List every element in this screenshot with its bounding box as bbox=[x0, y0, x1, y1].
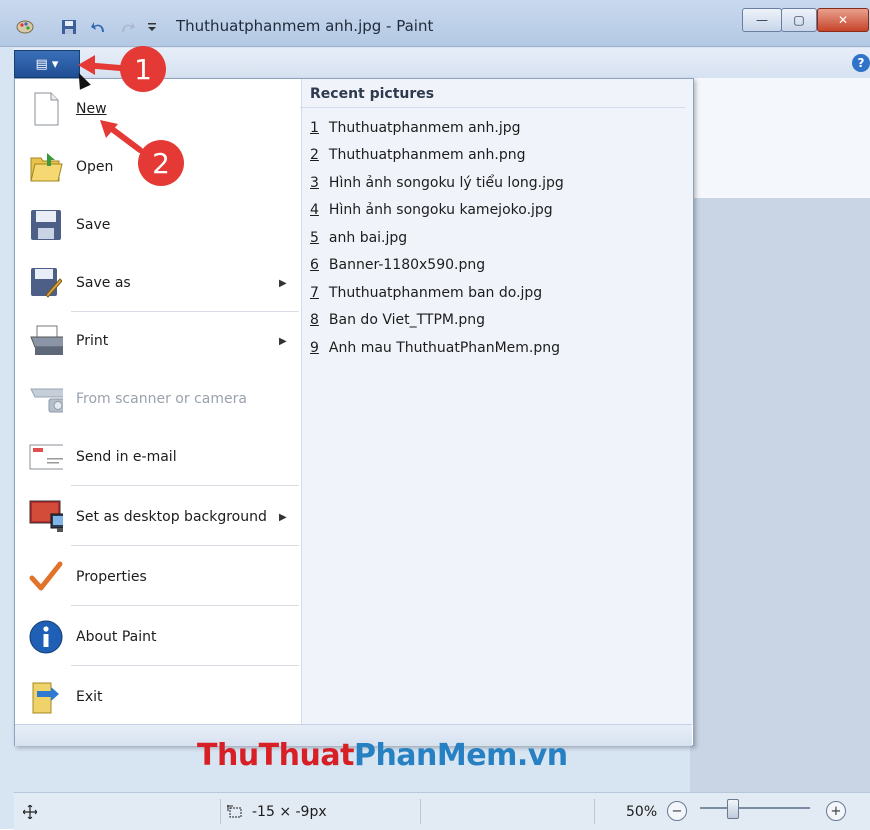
paint-window: Thuthuatphanmem anh.jpg - Paint — ▢ ✕ ▤ … bbox=[0, 0, 870, 830]
step-badge-2: 2 bbox=[138, 140, 184, 186]
watermark: ThuThuatPhanMem.vn bbox=[197, 738, 568, 773]
step-badge-1: 1 bbox=[120, 46, 166, 92]
watermark-part: PhanMem bbox=[353, 738, 517, 773]
watermark-part: ThuThuat bbox=[197, 738, 354, 773]
watermark-part: .vn bbox=[516, 738, 568, 773]
annotation-arrows bbox=[78, 55, 143, 153]
